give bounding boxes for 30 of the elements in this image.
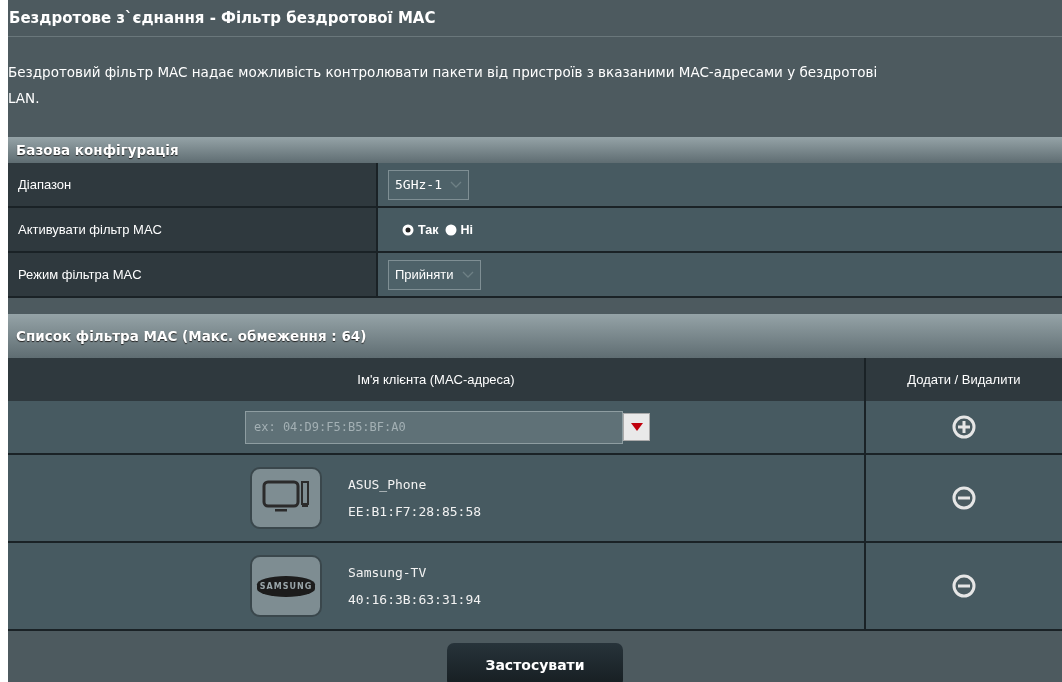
field-label: Діапазон: [18, 177, 72, 192]
column-header: Додати / Видалити: [906, 371, 1022, 389]
select-field[interactable]: 5GHz-1: [388, 169, 469, 200]
client-name: Samsung-TV: [348, 565, 428, 580]
dropdown-button[interactable]: [623, 413, 650, 441]
remove-icon[interactable]: [952, 486, 976, 510]
section-title: Базова конфігурація: [16, 142, 179, 158]
description-text: Бездротовий фільтр MAC надає можливість контролювати пакети від пристроїв з вказаними MAC-адресами у бездротові: [8, 63, 879, 82]
radio-icon[interactable]: [444, 223, 457, 236]
mac-address: 40:16:3B:63:31:94: [348, 592, 482, 607]
caret-icon: [630, 423, 643, 431]
radio-icon[interactable]: [402, 223, 414, 236]
field-label: Режим фільтра MAC: [18, 267, 142, 282]
computer-icon: [250, 467, 322, 529]
field-label: Активувати фільтр MAC: [18, 222, 162, 237]
chevron-icon: [461, 270, 474, 279]
mac-address-field[interactable]: ex: 04:D9:F5:B5:BF:A0: [245, 410, 623, 444]
section-title: Список фільтра MAC (Макс. обмеження : 64): [16, 328, 367, 344]
add-icon[interactable]: [952, 415, 976, 439]
select-field[interactable]: Прийняти: [388, 259, 481, 290]
remove-icon[interactable]: [952, 574, 976, 598]
radio-option[interactable]: Ні: [444, 222, 474, 237]
description-text: LAN.: [8, 89, 41, 108]
mac-address: EE:B1:F7:28:85:58: [348, 504, 482, 519]
chevron-icon: [449, 180, 462, 189]
radio-option[interactable]: Так: [402, 222, 439, 237]
apply-button[interactable]: Застосувати: [447, 643, 623, 682]
page-title: Бездротове з`єднання - Фільтр бездротової MAC: [9, 9, 436, 27]
brand-logo: SAMSUNG: [250, 555, 322, 617]
client-name: ASUS_Phone: [348, 477, 428, 492]
